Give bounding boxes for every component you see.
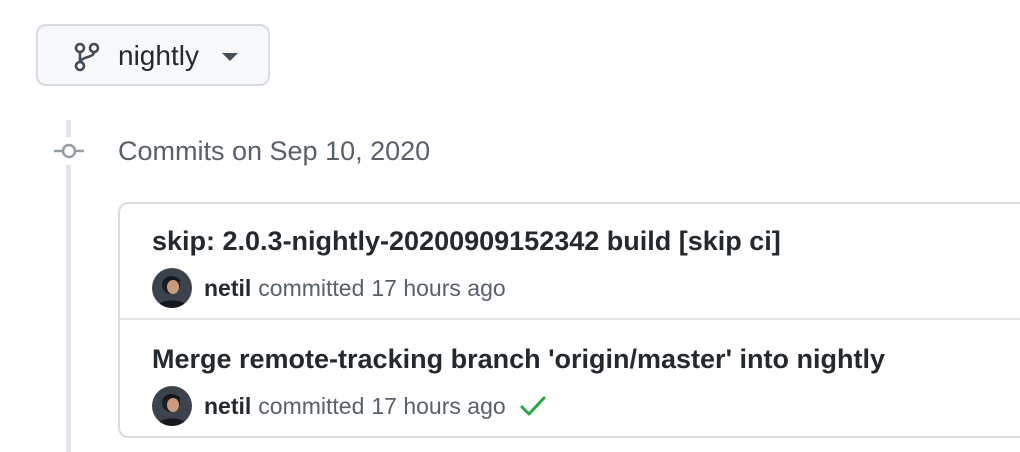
commit-action-text: committed (258, 274, 365, 301)
commit-meta: netil committed 17 hours ago (152, 386, 546, 426)
triangle-down-icon (222, 53, 238, 61)
commit-meta: netil committed 17 hours ago (152, 268, 506, 308)
git-branch-icon (74, 42, 100, 72)
commit-relative-time: 17 hours ago (371, 274, 506, 301)
branch-name: nightly (118, 40, 199, 71)
commit-title-link[interactable]: Merge remote-tracking branch 'origin/mas… (152, 342, 885, 376)
commit-item: skip: 2.0.3-nightly-20200909152342 build… (120, 204, 1020, 320)
commit-list: skip: 2.0.3-nightly-20200909152342 build… (118, 202, 1020, 438)
timeline-line (66, 120, 71, 452)
commit-relative-time: 17 hours ago (371, 392, 506, 419)
commit-title-link[interactable]: skip: 2.0.3-nightly-20200909152342 build… (152, 224, 781, 258)
author-avatar[interactable] (152, 268, 192, 308)
commit-author-link[interactable]: netil (204, 393, 251, 420)
git-commit-icon (52, 137, 86, 165)
commit-action-text: committed (258, 392, 365, 419)
commit-author-link[interactable]: netil (204, 275, 251, 302)
commits-date-heading: Commits on Sep 10, 2020 (118, 136, 431, 166)
commit-item: Merge remote-tracking branch 'origin/mas… (120, 322, 1020, 436)
branch-select-button[interactable]: nightly (36, 24, 270, 86)
author-avatar[interactable] (152, 386, 192, 426)
success-check-icon[interactable] (520, 395, 546, 417)
